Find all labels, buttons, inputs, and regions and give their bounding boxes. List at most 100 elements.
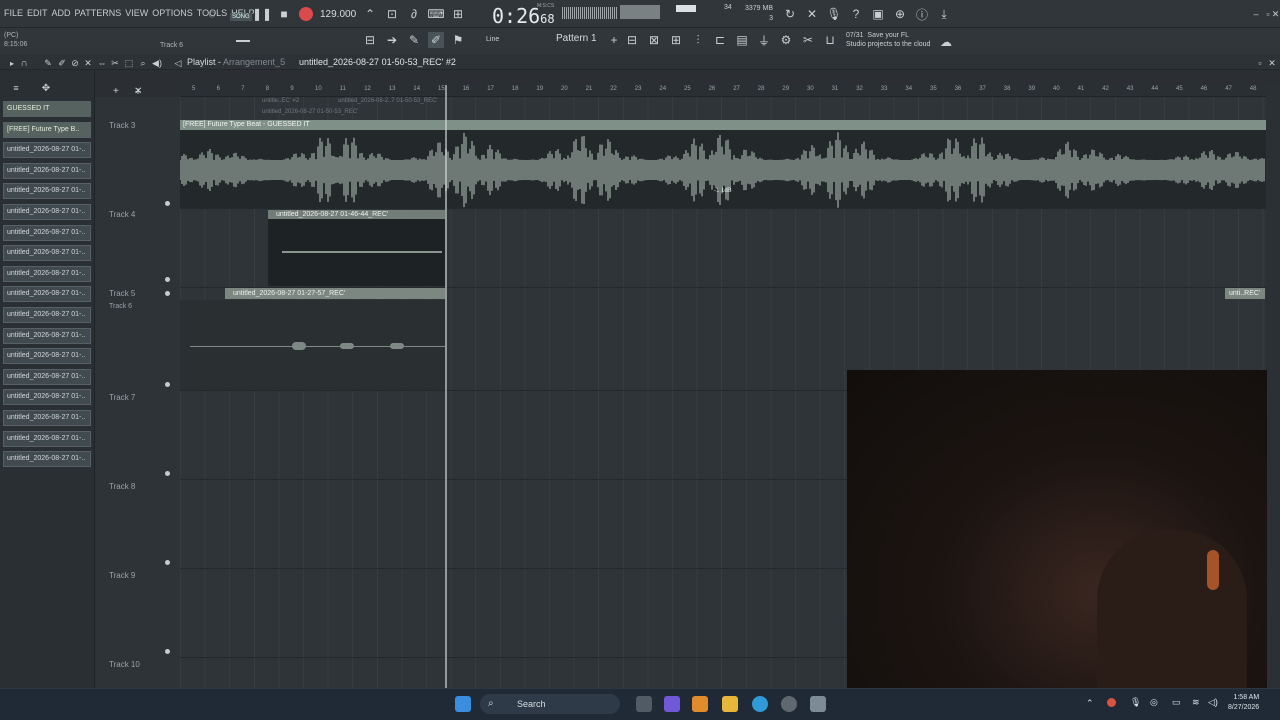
settings-icon[interactable] bbox=[810, 696, 826, 712]
menu-options[interactable]: OPTIONS bbox=[152, 8, 193, 18]
picker-item[interactable]: untitled_2026-08-27 01-.. bbox=[3, 451, 91, 468]
picker-item[interactable]: untitled_2026-08-27 01-.. bbox=[3, 245, 91, 262]
refresh-icon[interactable]: ↻ bbox=[782, 6, 798, 22]
menu-file[interactable]: FILE bbox=[4, 8, 23, 18]
track-label[interactable]: Track 6 bbox=[109, 303, 132, 310]
picker-item[interactable]: GUESSED IT bbox=[3, 101, 91, 117]
clip-ghost[interactable]: untitled_2026-08-27 01-50-53_REC' bbox=[262, 109, 358, 115]
picker-item[interactable]: untitled_2026-08-27 01-.. bbox=[3, 265, 91, 282]
brush-icon[interactable]: ✂ bbox=[800, 32, 816, 48]
copilot-icon[interactable] bbox=[664, 696, 680, 712]
tray-app-icon[interactable] bbox=[1107, 698, 1116, 707]
mixer-icon[interactable]: ⊟ bbox=[624, 32, 640, 48]
stop-icon[interactable]: ■ bbox=[276, 6, 292, 22]
track-mute-dot[interactable] bbox=[165, 291, 170, 296]
snap-select[interactable]: Line bbox=[486, 36, 499, 43]
browser-icon[interactable]: ⊏ bbox=[712, 32, 728, 48]
picker-item[interactable]: untitled_2026-08-27 01-.. bbox=[3, 368, 91, 385]
picker-item[interactable]: untitled_2026-08-27 01-.. bbox=[3, 348, 91, 365]
pause-icon[interactable]: ❚❚ bbox=[252, 6, 272, 22]
add-icon[interactable]: + bbox=[113, 86, 119, 97]
download-icon[interactable]: ⤓ bbox=[936, 6, 952, 22]
cart-icon[interactable]: ⊔ bbox=[822, 32, 838, 48]
track-label[interactable]: Track 5 bbox=[109, 289, 135, 298]
picker-item[interactable]: untitled_2026-08-27 01-.. bbox=[3, 142, 91, 159]
track-mute-dot[interactable] bbox=[165, 201, 170, 206]
tool-play-icon[interactable]: ◀) bbox=[149, 55, 165, 71]
menu-edit[interactable]: EDIT bbox=[27, 8, 48, 18]
track-label[interactable]: Track 8 bbox=[109, 482, 135, 491]
picker-item[interactable]: untitled_2026-08-27 01-.. bbox=[3, 389, 91, 406]
blend-icon[interactable]: ⊞ bbox=[450, 6, 466, 22]
audio-clip-track6[interactable] bbox=[180, 300, 445, 390]
audio-clip-track4[interactable] bbox=[268, 210, 445, 286]
menu-view[interactable]: VIEW bbox=[125, 8, 148, 18]
close-icon[interactable]: ✕ bbox=[134, 86, 142, 97]
stamp-icon[interactable]: ⚑ bbox=[450, 32, 466, 48]
taskbar-search[interactable]: Search bbox=[480, 694, 620, 714]
song-mode-toggle[interactable]: SONG bbox=[230, 13, 252, 21]
clip-ghost[interactable]: untitle..EC' #2 bbox=[262, 98, 299, 104]
record-button[interactable] bbox=[299, 7, 313, 21]
cloud-banner[interactable]: 07/31 Save your FL Studio projects to the… bbox=[846, 31, 930, 49]
pitch-icon[interactable]: ⌃ bbox=[362, 6, 378, 22]
picker-menu-icon[interactable]: ≡ bbox=[8, 80, 24, 96]
playlist-menu-icon[interactable]: ◁ bbox=[170, 55, 186, 71]
mic-tray-icon[interactable]: 🎙 bbox=[1130, 697, 1141, 708]
picker-item[interactable]: untitled_2026-08-27 01-.. bbox=[3, 183, 91, 200]
magnet-icon[interactable]: ∩ bbox=[16, 55, 32, 71]
clip-header[interactable]: untitled_2026-08-27 01-27-57_REC' bbox=[225, 288, 445, 299]
track-mute-dot[interactable] bbox=[165, 471, 170, 476]
obs-icon[interactable] bbox=[781, 696, 797, 712]
display-icon[interactable]: ▭ bbox=[1172, 697, 1181, 708]
track-mute-dot[interactable] bbox=[165, 560, 170, 565]
close-window-icon[interactable]: ✕ bbox=[1271, 6, 1280, 22]
task-view-icon[interactable] bbox=[636, 696, 652, 712]
picker-item[interactable]: untitled_2026-08-27 01-.. bbox=[3, 307, 91, 323]
playhead[interactable] bbox=[445, 85, 447, 688]
file-explorer-icon[interactable] bbox=[722, 696, 738, 712]
knob-line-icon[interactable] bbox=[236, 40, 250, 42]
master-volume[interactable] bbox=[676, 5, 696, 12]
tempo-display[interactable]: 129.000 bbox=[320, 9, 356, 20]
plug-icon[interactable]: ⏚ bbox=[756, 32, 772, 48]
volume-icon[interactable]: ◁) bbox=[1208, 697, 1218, 708]
menu-patterns[interactable]: PATTERNS bbox=[75, 8, 122, 18]
edge-icon[interactable] bbox=[752, 696, 768, 712]
pattern-select[interactable]: Pattern 1 bbox=[556, 33, 597, 44]
step-icon[interactable]: ∂ bbox=[406, 6, 422, 22]
playlist-close-icon[interactable]: ✕ bbox=[1264, 55, 1280, 71]
fl-studio-icon[interactable] bbox=[692, 696, 708, 712]
clip-ghost[interactable]: untitled_2026-08-2..7 01-50-53_REC' bbox=[338, 98, 438, 104]
vertical-scrollbar[interactable] bbox=[1266, 85, 1280, 688]
track-label[interactable]: Track 10 bbox=[109, 660, 140, 669]
track-mute-dot[interactable] bbox=[165, 277, 170, 282]
system-clock[interactable]: 1:58 AM 8/27/2026 bbox=[1228, 693, 1259, 713]
microphone-icon[interactable]: 🎙 bbox=[826, 6, 842, 22]
picker-item[interactable]: untitled_2026-08-27 01-.. bbox=[3, 204, 91, 220]
clip-header[interactable]: [FREE] Future Type Beat - GUESSED IT bbox=[180, 120, 1266, 130]
picker-item[interactable]: untitled_2026-08-27 01-.. bbox=[3, 410, 91, 426]
location-icon[interactable]: ◎ bbox=[1150, 697, 1158, 708]
save-icon[interactable]: ▣ bbox=[870, 6, 886, 22]
track-label[interactable]: Track 4 bbox=[109, 210, 135, 219]
track-mute-dot[interactable] bbox=[165, 649, 170, 654]
typing-keyboard-icon[interactable]: ⌨ bbox=[427, 6, 444, 22]
arrow-right-icon[interactable]: ➔ bbox=[384, 32, 400, 48]
snap-icon[interactable]: ⊟ bbox=[362, 32, 378, 48]
loop-icon[interactable]: ⊡ bbox=[384, 6, 400, 22]
picker-item[interactable]: untitled_2026-08-27 01-.. bbox=[3, 327, 91, 344]
plugin-icon[interactable]: ⊕ bbox=[892, 6, 908, 22]
info-icon[interactable]: ⓘ bbox=[914, 6, 930, 22]
audio-clip-track3[interactable] bbox=[179, 120, 1266, 208]
start-icon[interactable] bbox=[455, 696, 471, 712]
tray-chevron-icon[interactable]: ⌃ bbox=[1086, 698, 1094, 709]
help-icon[interactable]: ? bbox=[848, 6, 864, 22]
metronome-circle-icon[interactable]: ◌ bbox=[204, 6, 220, 22]
picker-move-icon[interactable]: ✥ bbox=[38, 80, 54, 96]
picker-item[interactable]: untitled_2026-08-27 01-.. bbox=[3, 162, 91, 179]
channel-rack-icon[interactable]: ⊠ bbox=[646, 32, 662, 48]
playlist-icon[interactable]: ▤ bbox=[734, 32, 750, 48]
pencil-icon[interactable]: ✐ bbox=[428, 32, 444, 48]
wifi-icon[interactable]: ≋ bbox=[1192, 697, 1200, 708]
